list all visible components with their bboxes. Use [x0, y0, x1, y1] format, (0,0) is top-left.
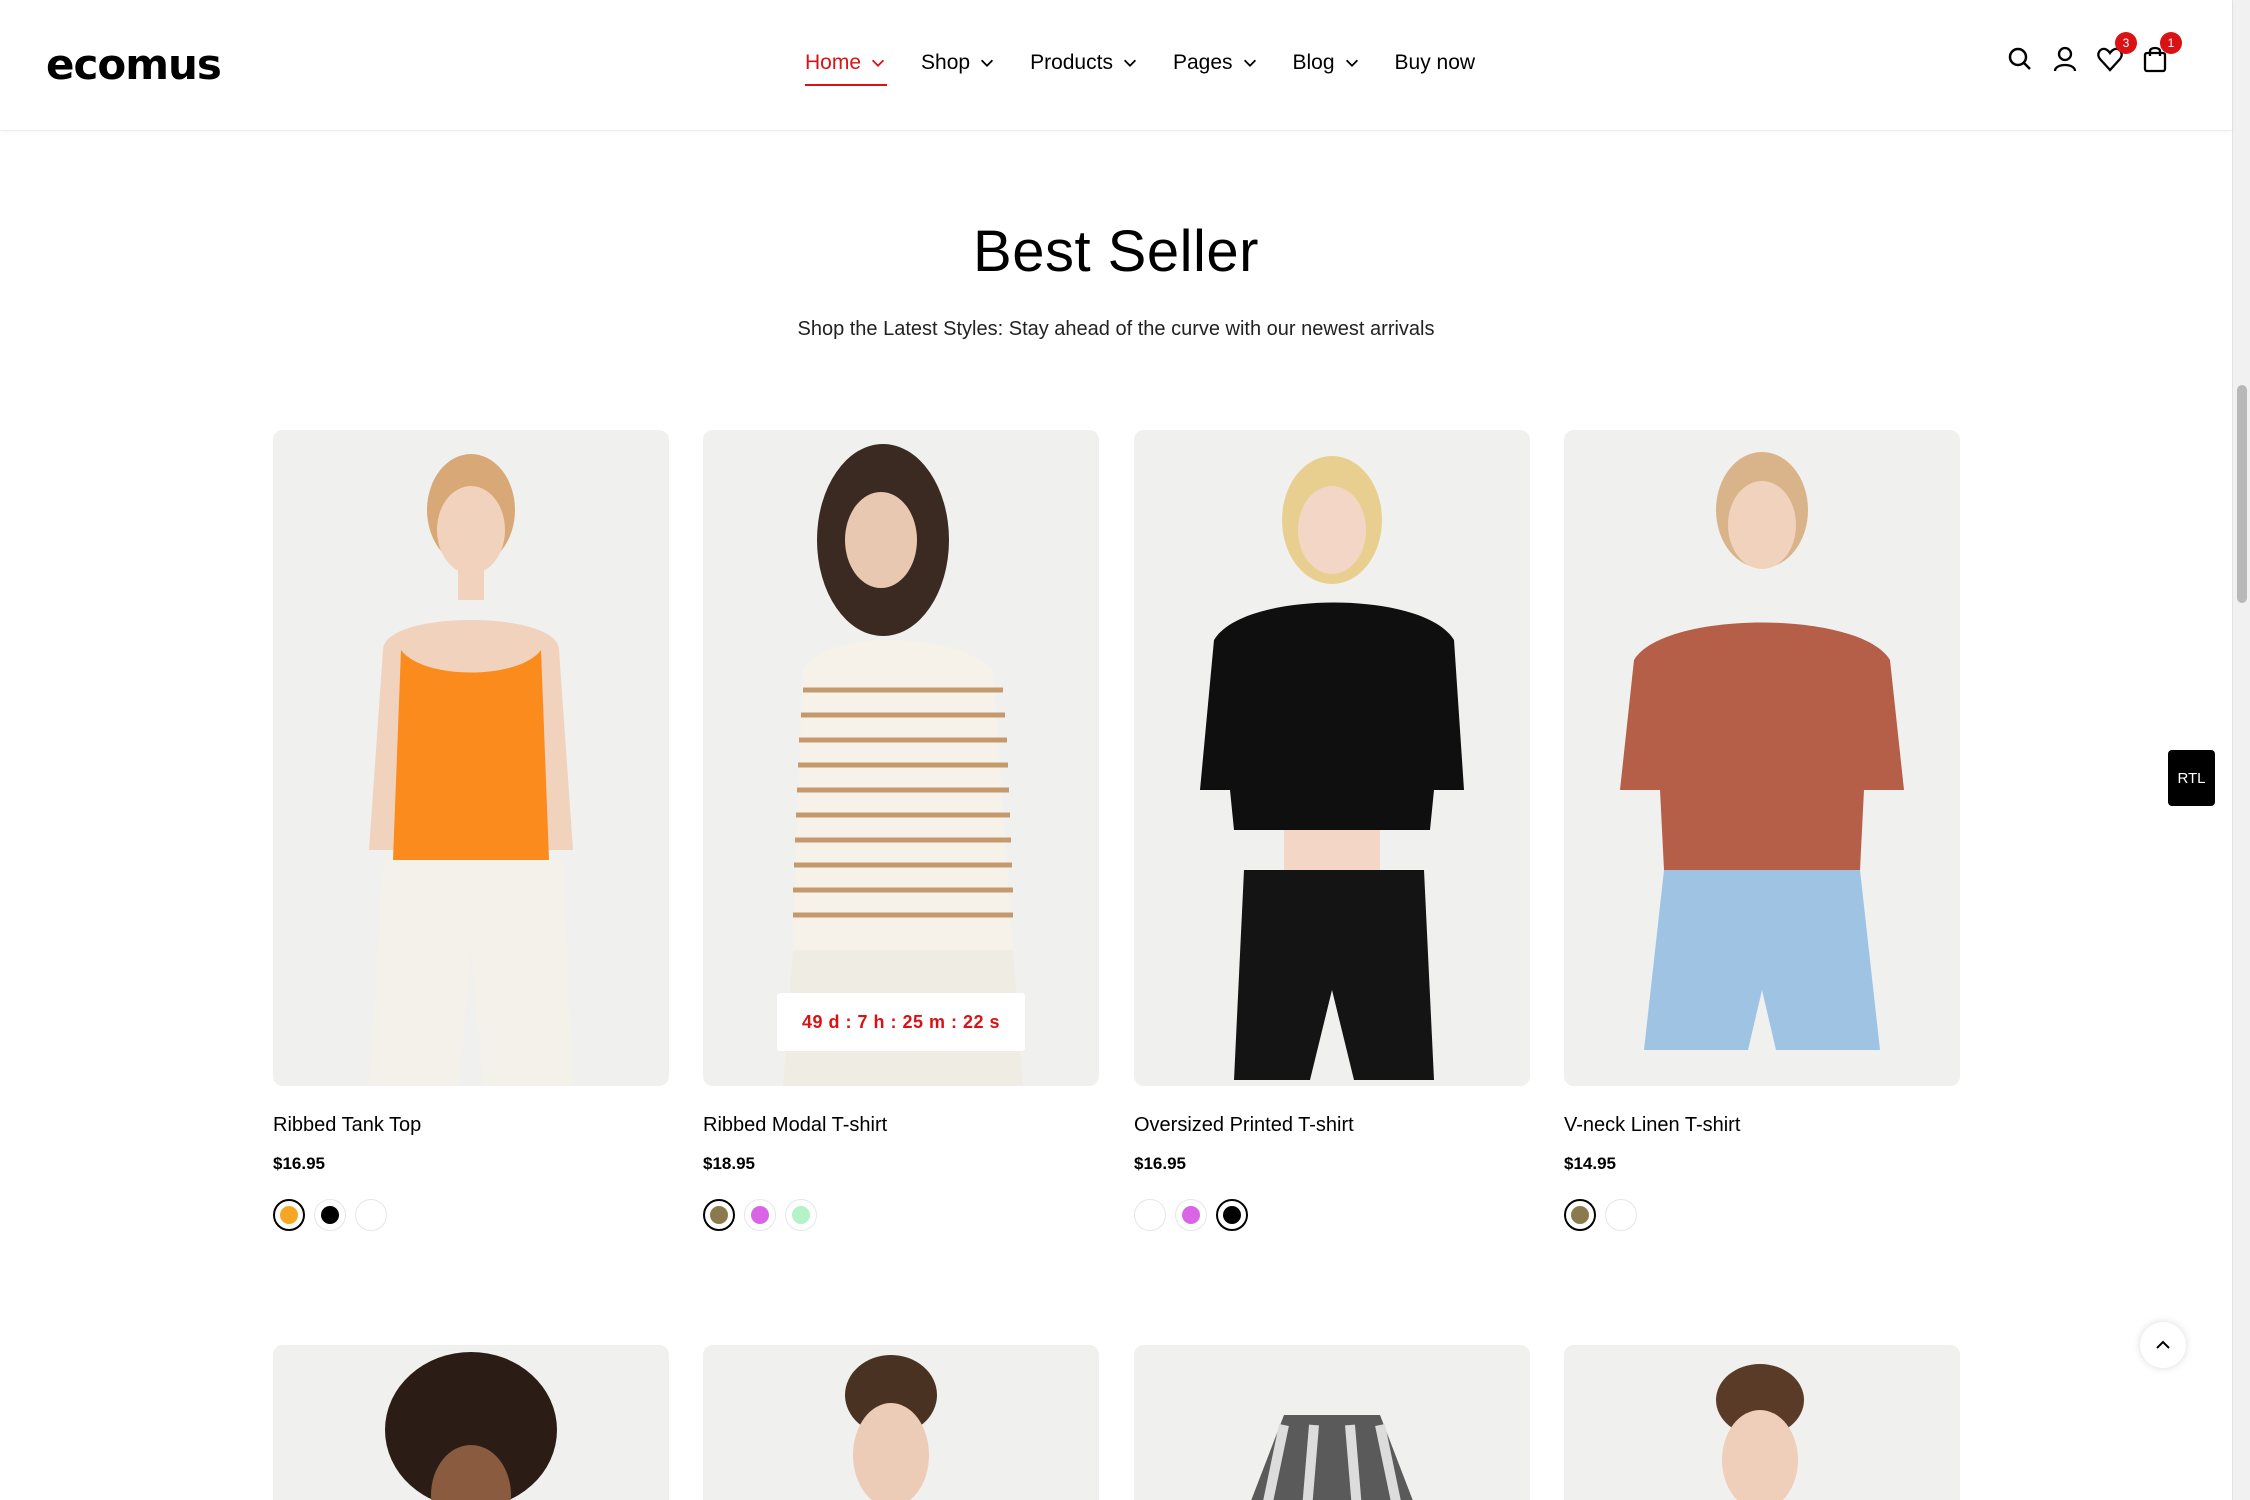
color-swatches: [1134, 1199, 1530, 1231]
color-swatch[interactable]: [1175, 1199, 1207, 1231]
nav-home-label: Home: [805, 51, 862, 74]
product-image[interactable]: 49 d : 7 h : 25 m : 22 s: [703, 430, 1099, 1086]
nav-blog-label: Blog: [1292, 51, 1335, 74]
color-swatches: [273, 1199, 669, 1231]
cart-button[interactable]: 1: [2140, 32, 2182, 74]
product-photo: [1134, 1345, 1530, 1500]
product-image[interactable]: [273, 430, 669, 1086]
product-image[interactable]: [703, 1345, 1099, 1500]
sale-countdown: 49 d : 7 h : 25 m : 22 s: [777, 993, 1025, 1051]
account-button[interactable]: [2050, 44, 2080, 74]
chevron-down-icon: [1243, 59, 1256, 67]
back-to-top-button[interactable]: [2140, 1322, 2186, 1368]
section-title: Best Seller: [973, 219, 1259, 284]
chevron-down-icon: [871, 59, 885, 67]
nav-buy-now[interactable]: Buy now: [1395, 44, 1476, 82]
product-price: $16.95: [1134, 1154, 1186, 1173]
product-card[interactable]: Ribbed Tank Top $16.95: [273, 430, 669, 1231]
header-actions: 3 1: [1990, 32, 2182, 74]
brand-logo[interactable]: ecomus: [46, 40, 222, 89]
search-icon: [2008, 47, 2031, 70]
cart-count-badge: 1: [2160, 32, 2182, 54]
product-image[interactable]: [1134, 430, 1530, 1086]
scrollbar-thumb[interactable]: [2237, 385, 2247, 603]
color-swatch[interactable]: [273, 1199, 305, 1231]
color-swatch[interactable]: [355, 1199, 387, 1231]
page-scrollbar[interactable]: [2232, 0, 2250, 1500]
product-photo: [703, 1345, 1099, 1500]
color-swatch[interactable]: [703, 1199, 735, 1231]
nav-home[interactable]: Home: [805, 44, 888, 86]
color-swatch[interactable]: [785, 1199, 817, 1231]
color-swatch[interactable]: [1216, 1199, 1248, 1231]
product-card[interactable]: 49 d : 7 h : 25 m : 22 s Ribbed Modal T-…: [703, 430, 1099, 1231]
color-swatches: [1564, 1199, 1960, 1231]
product-image[interactable]: [1564, 430, 1960, 1086]
product-name[interactable]: Ribbed Tank Top: [273, 1114, 669, 1140]
product-name[interactable]: Oversized Printed T-shirt: [1134, 1114, 1530, 1140]
main-nav: Home Shop Products Pages Blog Buy now: [805, 44, 1509, 86]
product-price: $18.95: [703, 1154, 755, 1173]
nav-shop-label: Shop: [921, 51, 971, 74]
product-photo: [273, 430, 669, 1086]
wishlist-button[interactable]: 3: [2095, 32, 2137, 74]
nav-pages[interactable]: Pages: [1173, 44, 1259, 82]
product-name[interactable]: Ribbed Modal T-shirt: [703, 1114, 1099, 1140]
product-card[interactable]: V-neck Linen T-shirt $14.95: [1564, 430, 1960, 1231]
nav-blog[interactable]: Blog: [1293, 44, 1361, 82]
color-swatches: [703, 1199, 1099, 1231]
product-name[interactable]: V-neck Linen T-shirt: [1564, 1114, 1960, 1140]
product-photo: [1564, 1345, 1960, 1500]
product-photo: [703, 430, 1099, 1086]
color-swatch[interactable]: [744, 1199, 776, 1231]
product-image[interactable]: [273, 1345, 669, 1500]
color-swatch[interactable]: [1134, 1199, 1166, 1231]
product-price: $14.95: [1564, 1154, 1616, 1173]
rtl-toggle-button[interactable]: RTL: [2168, 750, 2215, 806]
nav-shop[interactable]: Shop: [921, 44, 996, 82]
chevron-up-icon: [2156, 1340, 2170, 1349]
nav-buy-now-label: Buy now: [1394, 51, 1476, 74]
product-price: $16.95: [273, 1154, 325, 1173]
user-icon: [2053, 46, 2077, 72]
chevron-down-icon: [1123, 59, 1136, 67]
product-photo: [1134, 430, 1530, 1086]
chevron-down-icon: [1345, 59, 1358, 67]
color-swatch[interactable]: [314, 1199, 346, 1231]
chevron-down-icon: [981, 59, 994, 67]
section-subtitle: Shop the Latest Styles: Stay ahead of th…: [797, 318, 1435, 340]
search-button[interactable]: [2005, 44, 2035, 74]
wishlist-count-badge: 3: [2115, 32, 2137, 54]
nav-products-label: Products: [1030, 51, 1113, 74]
color-swatch[interactable]: [1564, 1199, 1596, 1231]
product-image[interactable]: [1564, 1345, 1960, 1500]
product-photo: [273, 1345, 669, 1500]
nav-pages-label: Pages: [1172, 51, 1233, 74]
color-swatch[interactable]: [1605, 1199, 1637, 1231]
product-card[interactable]: Oversized Printed T-shirt $16.95: [1134, 430, 1530, 1231]
site-header: ecomus Home Shop Products Pages Blog Buy…: [0, 0, 2232, 131]
product-photo: [1564, 430, 1960, 1086]
nav-products[interactable]: Products: [1030, 44, 1139, 82]
page: ecomus Home Shop Products Pages Blog Buy…: [0, 0, 2250, 1500]
product-image[interactable]: [1134, 1345, 1530, 1500]
